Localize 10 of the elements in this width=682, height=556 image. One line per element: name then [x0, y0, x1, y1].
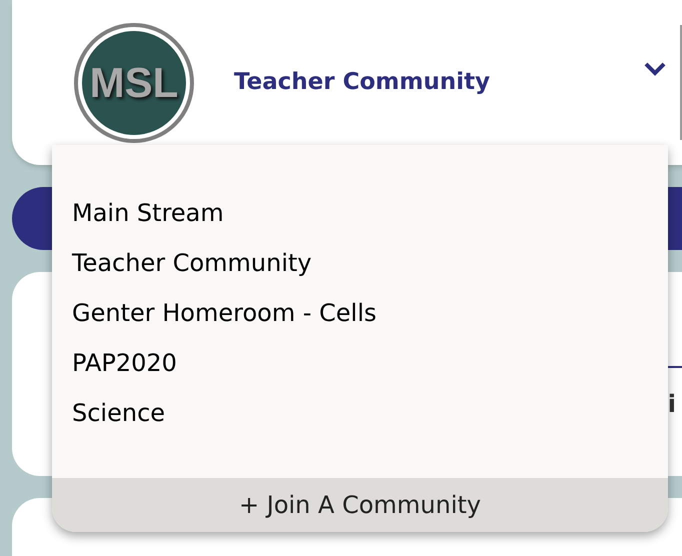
community-title: Teacher Community [234, 68, 490, 98]
menu-item[interactable]: PAP2020 [72, 345, 668, 395]
menu-item[interactable]: Science [72, 395, 668, 445]
menu-item[interactable]: Teacher Community [72, 245, 668, 295]
join-community-button[interactable]: + Join A Community [52, 478, 668, 532]
card-text: i [668, 389, 677, 420]
avatar-initials: MSL [90, 58, 178, 108]
menu-item[interactable]: Main Stream [72, 195, 668, 245]
menu-item[interactable]: Genter Homeroom - Cells [72, 295, 668, 345]
chevron-down-icon[interactable] [644, 62, 666, 76]
